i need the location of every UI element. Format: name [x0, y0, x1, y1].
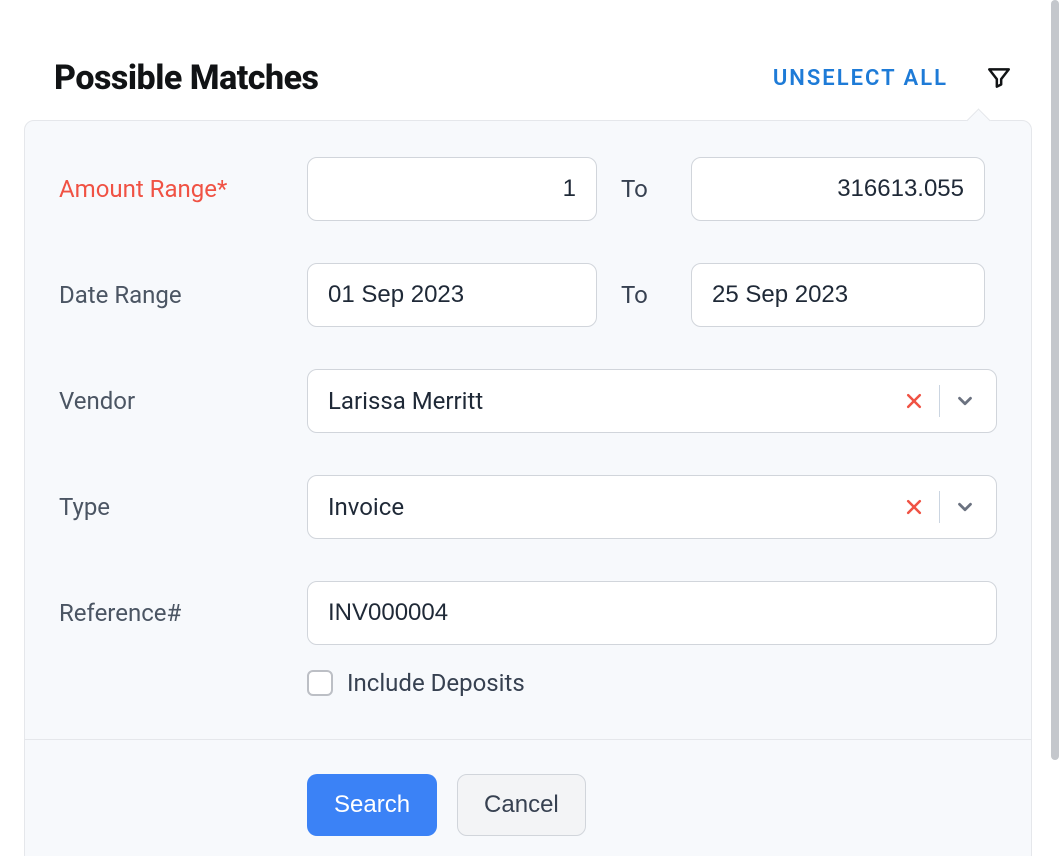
type-clear-icon[interactable] — [897, 490, 931, 524]
amount-range-separator: To — [621, 175, 667, 203]
search-button[interactable]: Search — [307, 774, 437, 836]
scrollbar[interactable] — [1048, 0, 1062, 856]
date-to-input[interactable] — [691, 263, 985, 327]
include-deposits-label: Include Deposits — [347, 669, 525, 697]
select-divider — [939, 491, 940, 523]
filter-footer: Search Cancel — [25, 739, 1031, 856]
vendor-chevron-down-icon[interactable] — [948, 384, 982, 418]
vendor-label: Vendor — [59, 369, 307, 419]
scrollbar-thumb[interactable] — [1051, 0, 1059, 760]
cancel-button[interactable]: Cancel — [457, 774, 586, 836]
vendor-select[interactable]: Larissa Merritt — [307, 369, 997, 433]
page-title: Possible Matches — [54, 58, 319, 98]
type-chevron-down-icon[interactable] — [948, 490, 982, 524]
reference-input[interactable] — [307, 581, 997, 645]
select-divider — [939, 385, 940, 417]
date-from-input[interactable] — [307, 263, 597, 327]
filter-panel: Amount Range* To Date Range To Vendor — [24, 120, 1032, 856]
vendor-value: Larissa Merritt — [328, 387, 897, 415]
type-select[interactable]: Invoice — [307, 475, 997, 539]
vendor-clear-icon[interactable] — [897, 384, 931, 418]
header-actions: UNSELECT ALL — [773, 63, 1014, 93]
amount-to-input[interactable] — [691, 157, 985, 221]
type-label: Type — [59, 475, 307, 525]
date-range-label: Date Range — [59, 263, 307, 313]
reference-label: Reference# — [59, 581, 307, 631]
include-deposits-checkbox[interactable] — [307, 670, 333, 696]
date-range-separator: To — [621, 281, 667, 309]
amount-from-input[interactable] — [307, 157, 597, 221]
type-value: Invoice — [328, 493, 897, 521]
amount-range-label: Amount Range* — [59, 157, 307, 207]
panel-header: Possible Matches UNSELECT ALL — [54, 58, 1028, 98]
unselect-all-button[interactable]: UNSELECT ALL — [773, 66, 948, 91]
spacer — [59, 673, 307, 687]
filter-icon[interactable] — [984, 63, 1014, 93]
